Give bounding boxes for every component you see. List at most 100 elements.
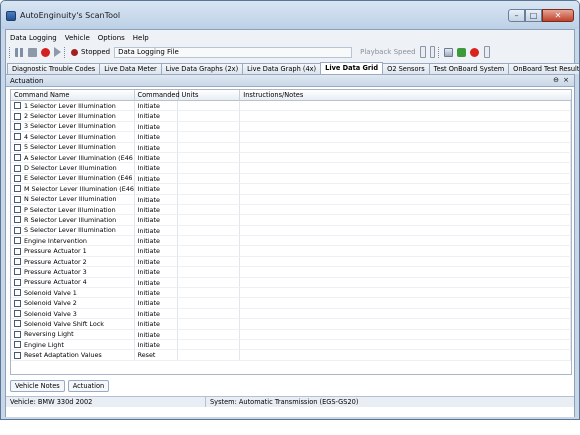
panel-close-icon[interactable]: × [562, 76, 570, 85]
row-checkbox[interactable] [14, 112, 21, 120]
table-row[interactable]: Reversing Light Initiate [11, 329, 571, 340]
table-row[interactable]: P Selector Lever Illumination Initiate [11, 204, 571, 216]
pause-icon[interactable] [15, 47, 24, 57]
commanded-cell[interactable]: Initiate [134, 339, 179, 351]
table-row[interactable]: N Selector Lever Illumination Initiate [11, 194, 571, 205]
commanded-cell[interactable]: Initiate [134, 132, 179, 143]
table-row[interactable]: 2 Selector Lever Illumination Initiate [11, 111, 571, 122]
title-bar[interactable]: AutoEnginuity's ScanTool – □ ✕ [1, 1, 579, 29]
menu-options[interactable]: Options [94, 32, 129, 44]
row-checkbox[interactable] [14, 102, 21, 110]
playback-speed-slider[interactable] [419, 46, 426, 58]
row-checkbox[interactable] [14, 174, 21, 182]
commanded-cell[interactable]: Initiate [134, 308, 179, 320]
table-row[interactable]: 1 Selector Lever Illumination Initiate [11, 101, 571, 112]
column-header-units[interactable]: Units [179, 90, 241, 101]
commanded-cell[interactable]: Initiate [134, 288, 179, 299]
commanded-cell[interactable]: Initiate [134, 173, 179, 185]
tab-live-data-graph-4x[interactable]: Live Data Graph (4x) [242, 63, 322, 74]
commanded-cell[interactable]: Initiate [134, 267, 179, 278]
cancel-icon[interactable] [469, 47, 479, 57]
tab-onboard-test-results[interactable]: OnBoard Test Results [508, 63, 579, 74]
row-checkbox[interactable] [14, 247, 21, 255]
row-checkbox[interactable] [14, 320, 21, 328]
table-row[interactable]: Solenoid Valve 3 Initiate [11, 308, 571, 320]
commanded-cell[interactable]: Reset [134, 350, 179, 361]
playback-speed-thumb[interactable] [429, 46, 435, 58]
table-row[interactable]: Solenoid Valve 1 Initiate [11, 288, 571, 299]
table-row[interactable]: Reset Adaptation Values Reset [11, 350, 571, 361]
row-checkbox[interactable] [14, 351, 21, 359]
row-checkbox[interactable] [14, 216, 21, 224]
row-checkbox[interactable] [14, 185, 21, 193]
commanded-cell[interactable]: Initiate [134, 225, 179, 237]
commanded-cell[interactable]: Initiate [134, 246, 179, 257]
table-row[interactable]: 4 Selector Lever Illumination Initiate [11, 132, 571, 143]
table-row[interactable]: Engine Light Initiate [11, 339, 571, 351]
commanded-cell[interactable]: Initiate [134, 319, 179, 330]
minimize-icon[interactable]: – [508, 9, 525, 22]
row-checkbox[interactable] [14, 195, 21, 203]
table-row[interactable]: 5 Selector Lever Illumination Initiate [11, 142, 571, 153]
table-row[interactable]: Pressure Actuator 4 Initiate [11, 277, 571, 289]
commanded-cell[interactable]: Initiate [134, 101, 179, 112]
record-icon[interactable] [41, 47, 50, 57]
table-row[interactable]: E Selector Lever Illumination (E46 ... In… [11, 173, 571, 185]
table-row[interactable]: D Selector Lever Illumination Initiate [11, 163, 571, 174]
tab-live-data-grid[interactable]: Live Data Grid [320, 62, 384, 74]
play-icon[interactable] [54, 47, 61, 57]
row-checkbox[interactable] [14, 226, 21, 234]
data-logging-file-field[interactable]: Data Logging File [114, 46, 353, 58]
stop-icon[interactable] [28, 47, 37, 57]
row-checkbox[interactable] [14, 154, 21, 162]
row-checkbox[interactable] [14, 164, 21, 172]
commanded-cell[interactable]: Initiate [134, 111, 179, 122]
commanded-cell[interactable]: Initiate [134, 329, 179, 340]
tab-o2-sensors[interactable]: O2 Sensors [382, 63, 430, 74]
table-row[interactable]: A Selector Lever Illumination (E46 ... In… [11, 152, 571, 164]
tab-live-data-graphs-2x[interactable]: Live Data Graphs (2x) [160, 63, 244, 74]
row-checkbox[interactable] [14, 206, 21, 214]
table-row[interactable]: Solenoid Valve Shift Lock Initiate [11, 319, 571, 330]
row-checkbox[interactable] [14, 133, 21, 141]
row-checkbox[interactable] [14, 278, 21, 286]
table-row[interactable]: 3 Selector Lever Illumination Initiate [11, 121, 571, 133]
maximize-icon[interactable]: □ [525, 9, 542, 22]
menu-vehicle[interactable]: Vehicle [61, 32, 94, 44]
volume-slider[interactable] [483, 46, 490, 58]
column-header-command-name[interactable]: Command Name [11, 90, 135, 101]
commanded-cell[interactable]: Initiate [134, 277, 179, 289]
table-row[interactable]: Pressure Actuator 3 Initiate [11, 267, 571, 278]
row-checkbox[interactable] [14, 268, 21, 276]
commanded-cell[interactable]: Initiate [134, 142, 179, 153]
table-row[interactable]: S Selector Lever Illumination Initiate [11, 225, 571, 237]
table-row[interactable]: Pressure Actuator 1 Initiate [11, 246, 571, 257]
commanded-cell[interactable]: Initiate [134, 215, 179, 226]
tab-vehicle-notes[interactable]: Vehicle Notes [10, 380, 65, 392]
column-header-commanded[interactable]: Commanded [135, 90, 180, 101]
row-checkbox[interactable] [14, 289, 21, 297]
tab-diagnostic-trouble-codes[interactable]: Diagnostic Trouble Codes [7, 63, 101, 74]
commanded-cell[interactable]: Initiate [134, 236, 179, 247]
row-checkbox[interactable] [14, 299, 21, 307]
row-checkbox[interactable] [14, 143, 21, 151]
tab-actuation[interactable]: Actuation [67, 380, 110, 392]
commanded-cell[interactable]: Initiate [134, 163, 179, 174]
close-icon[interactable]: ✕ [542, 9, 574, 22]
table-row[interactable]: Engine Intervention Initiate [11, 236, 571, 247]
tab-live-data-meter[interactable]: Live Data Meter [99, 63, 162, 74]
commanded-cell[interactable]: Initiate [134, 184, 179, 195]
pin-icon[interactable]: ⊖ [552, 76, 560, 85]
menu-data-logging[interactable]: Data Logging [6, 32, 61, 44]
commanded-cell[interactable]: Initiate [134, 152, 179, 164]
row-checkbox[interactable] [14, 237, 21, 245]
row-checkbox[interactable] [14, 341, 21, 349]
menu-help[interactable]: Help [129, 32, 153, 44]
commanded-cell[interactable]: Initiate [134, 204, 179, 216]
table-row[interactable]: M Selector Lever Illumination (E46 ... In… [11, 184, 571, 195]
commanded-cell[interactable]: Initiate [134, 298, 179, 309]
refresh-icon[interactable] [456, 47, 466, 57]
tab-test-onboard-system[interactable]: Test OnBoard System [428, 63, 510, 74]
row-checkbox[interactable] [14, 258, 21, 266]
toolbar-grip[interactable] [9, 46, 11, 58]
